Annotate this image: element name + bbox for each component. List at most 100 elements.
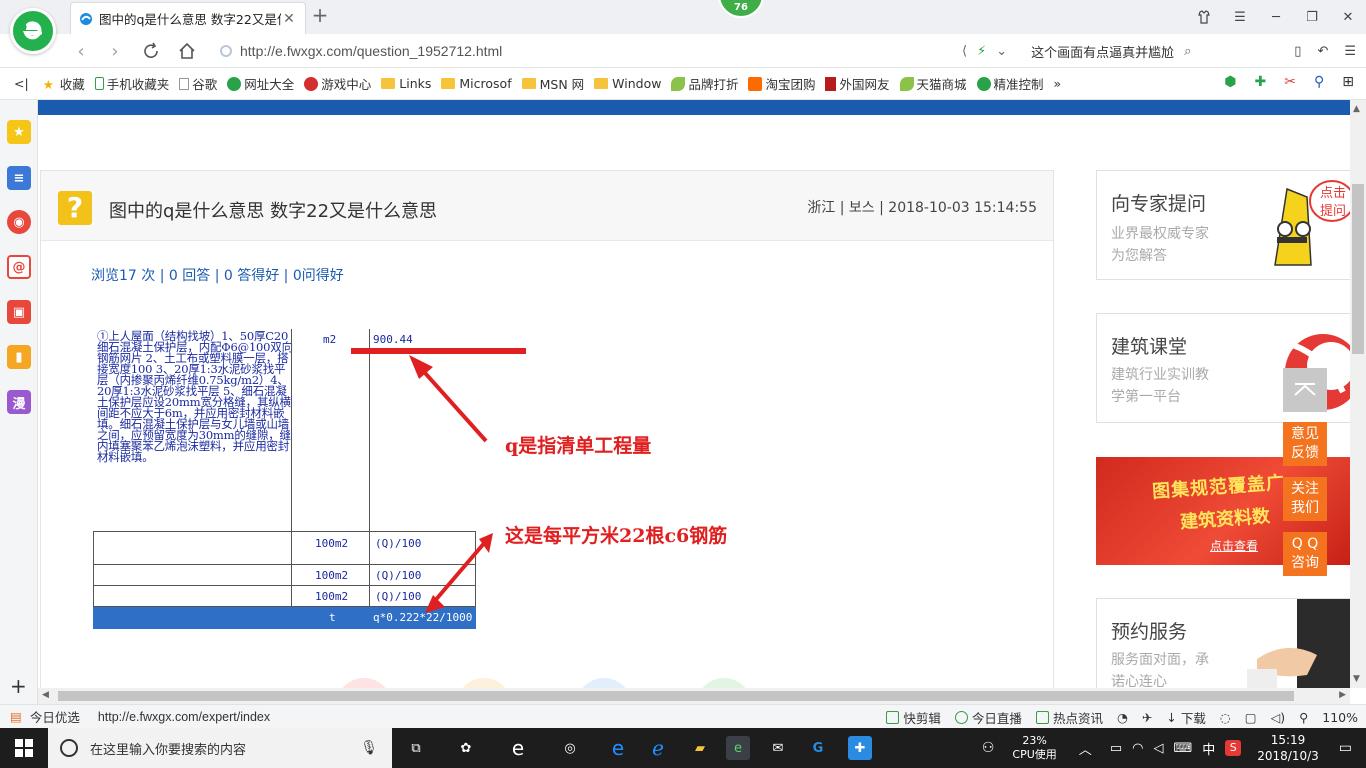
task-view-icon[interactable]: ⧉: [404, 736, 428, 760]
taskbar-search[interactable]: 在这里输入你要搜索的内容 🎙: [48, 728, 392, 768]
wifi-icon[interactable]: ◠: [1132, 741, 1143, 756]
forward-icon[interactable]: ›: [104, 40, 126, 62]
bookmark-item[interactable]: 外国网友: [825, 74, 890, 93]
bookmark-folder[interactable]: Microsof: [441, 76, 512, 91]
maximize-button[interactable]: ❐: [1294, 0, 1330, 34]
book-icon[interactable]: ▮: [7, 345, 31, 369]
scroll-left-icon[interactable]: ◀: [42, 690, 49, 700]
internet-explorer-icon[interactable]: ℯ: [646, 736, 670, 760]
bookmark-item[interactable]: 天猫商城: [899, 74, 967, 93]
url-field[interactable]: http://e.fwxgx.com/question_1952712.html: [220, 38, 1040, 64]
sidebar-toggle-icon[interactable]: <|: [14, 76, 29, 91]
expert-card[interactable]: 向专家提问 业界最权威专家 为您解答 点击提问: [1096, 170, 1350, 280]
bookmark-folder[interactable]: Window: [594, 76, 661, 91]
question-stats[interactable]: 浏览17 次 | 0 回答 | 0 答得好 | 0问得好: [91, 265, 344, 285]
pin-icon[interactable]: ✈: [1142, 710, 1152, 725]
live-button[interactable]: 今日直播: [954, 708, 1022, 727]
score-badge[interactable]: 76: [718, 0, 764, 18]
home-icon[interactable]: [176, 40, 198, 62]
tray-expand-icon[interactable]: ︿: [1079, 739, 1092, 758]
speaker-icon[interactable]: ◁: [1153, 741, 1163, 756]
service-card[interactable]: 预约服务 服务面对面，承 诺心连心: [1096, 598, 1350, 688]
download-button[interactable]: ↓ 下载: [1166, 708, 1206, 727]
new-tab-button[interactable]: +: [310, 5, 330, 26]
ime-indicator[interactable]: 中: [1202, 739, 1215, 758]
more-bookmarks-icon[interactable]: »: [1054, 76, 1062, 91]
zoom-icon[interactable]: ⚲: [1299, 710, 1308, 725]
ie-icon[interactable]: e: [506, 736, 530, 760]
speed-icon[interactable]: ◔: [1117, 710, 1128, 725]
scissors-icon[interactable]: ✂: [1284, 74, 1296, 90]
zoom-level[interactable]: 110%: [1322, 710, 1358, 725]
microphone-icon[interactable]: 🎙: [360, 740, 378, 756]
menu-icon[interactable]: ☰: [1222, 0, 1258, 34]
browser-tab[interactable]: 图中的q是什么意思 数字22又是什么意思 ✕: [70, 2, 306, 34]
sunflower-app-icon[interactable]: ◎: [558, 736, 582, 760]
mail-taskbar-icon[interactable]: ✉: [766, 736, 790, 760]
comic-icon[interactable]: 漫: [7, 390, 31, 414]
mobile-icon[interactable]: ▯: [1294, 44, 1301, 59]
bookmark-item[interactable]: 精准控制: [976, 74, 1044, 93]
today-picks[interactable]: 今日优选: [30, 707, 80, 726]
tool-app-icon[interactable]: ✚: [848, 736, 872, 760]
cpu-meter[interactable]: 23% CPU使用: [1012, 734, 1056, 762]
shield-icon[interactable]: ⬢: [1224, 74, 1236, 90]
more-menu-icon[interactable]: ☰: [1344, 44, 1356, 59]
horizontal-scrollbar[interactable]: ◀ ▶: [38, 688, 1350, 704]
back-to-top-button[interactable]: [1283, 368, 1327, 412]
bookmark-item[interactable]: 手机收藏夹: [94, 74, 169, 93]
clean-icon[interactable]: ◌: [1220, 710, 1231, 725]
follow-button[interactable]: 关注 我们: [1283, 477, 1327, 521]
people-icon[interactable]: ⚇: [982, 740, 995, 756]
bookmark-item[interactable]: 谷歌: [179, 74, 217, 93]
refresh-icon[interactable]: [140, 40, 162, 62]
tab-close-icon[interactable]: ✕: [281, 11, 297, 27]
lightning-icon[interactable]: ⚡: [977, 44, 986, 59]
hot-news-button[interactable]: 热点资讯: [1035, 708, 1103, 727]
quick-clip-button[interactable]: 快剪辑: [886, 708, 941, 727]
bookmark-item[interactable]: 游戏中心: [304, 74, 371, 93]
scrollbar-thumb[interactable]: [1352, 184, 1364, 354]
share-icon[interactable]: ⟨: [962, 44, 967, 59]
search-icon[interactable]: ⌕: [1184, 44, 1191, 59]
sogou-icon[interactable]: S: [1225, 740, 1242, 756]
clock[interactable]: 15:19 2018/10/3: [1257, 732, 1319, 764]
url-text[interactable]: http://e.fwxgx.com/question_1952712.html: [240, 43, 502, 59]
bookmark-item[interactable]: 品牌打折: [671, 74, 738, 93]
bookmark-item[interactable]: 淘宝团购: [748, 74, 815, 93]
magnifier-icon[interactable]: ⚲: [1314, 74, 1324, 90]
gamepad-icon[interactable]: ▣: [7, 300, 31, 324]
file-explorer-icon[interactable]: ▰: [688, 736, 712, 760]
edge-icon[interactable]: e: [606, 736, 630, 760]
keyboard-icon[interactable]: ⌨: [1173, 741, 1192, 756]
close-window-button[interactable]: ✕: [1330, 0, 1366, 34]
window-icon[interactable]: ▢: [1245, 710, 1257, 725]
qq-consult-button[interactable]: Q Q 咨询: [1283, 532, 1327, 576]
translate-icon[interactable]: ✚: [1255, 74, 1267, 90]
browser-logo[interactable]: [10, 8, 56, 54]
skin-icon[interactable]: [1186, 0, 1222, 34]
add-sidebar-icon[interactable]: +: [10, 674, 27, 698]
apps-grid-icon[interactable]: ⊞: [1342, 74, 1354, 90]
start-button[interactable]: [0, 728, 48, 768]
volume-icon[interactable]: ◁): [1271, 710, 1286, 725]
scroll-right-icon[interactable]: ▶: [1339, 690, 1346, 700]
banner-link[interactable]: 点击查看: [1210, 537, 1258, 554]
notifications-icon[interactable]: ▭: [1339, 740, 1352, 756]
vertical-scrollbar[interactable]: ▲ ▼: [1350, 100, 1366, 688]
mail-icon[interactable]: @: [7, 255, 31, 279]
battery-icon[interactable]: ▭: [1110, 741, 1122, 756]
favorites-icon[interactable]: ★: [7, 120, 31, 144]
browser-taskbar-icon[interactable]: e: [726, 736, 750, 760]
gift-icon[interactable]: ▤: [10, 709, 22, 724]
ask-bubble[interactable]: 点击提问: [1315, 185, 1350, 221]
bookmark-folder[interactable]: MSN 网: [521, 74, 584, 93]
minimize-button[interactable]: ─: [1258, 0, 1294, 34]
hot-search-text[interactable]: 这个画面有点逼真并尴尬: [1031, 42, 1174, 61]
fan-app-icon[interactable]: ✿: [454, 736, 478, 760]
bookmark-item[interactable]: ★ 收藏: [43, 74, 85, 93]
undo-icon[interactable]: ↶: [1317, 44, 1328, 59]
scrollbar-thumb[interactable]: [58, 691, 1294, 701]
news-icon[interactable]: ≡: [7, 166, 31, 190]
g-app-icon[interactable]: G: [806, 736, 830, 760]
